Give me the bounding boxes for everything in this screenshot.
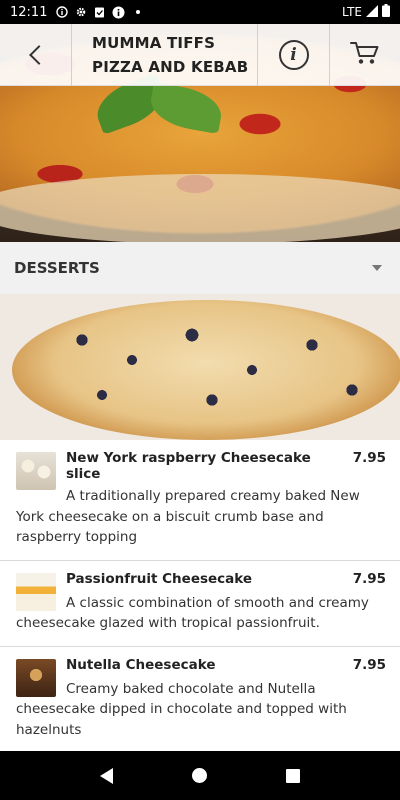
menu-item[interactable]: Passionfruit Cheesecake 7.95 A classic c… [0,559,400,646]
item-name: Passionfruit Cheesecake [66,570,253,587]
info-icon: i [278,40,309,70]
item-header: Nutella Cheesecake 7.95 [16,657,386,675]
item-price: 7.95 [352,570,386,587]
item-thumbnail [16,658,56,697]
system-nav-bar [0,751,400,800]
info-icon [112,6,125,19]
cart-button[interactable] [330,24,400,86]
signal-icon [366,4,378,20]
category-header-desserts[interactable]: DESSERTS [0,242,400,294]
item-price: 7.95 [352,450,386,466]
category-image [0,294,400,440]
info-button[interactable]: i [258,24,330,86]
menu-item[interactable]: New York raspberry Cheesecake slice 7.95… [0,440,400,560]
item-price: 7.95 [352,656,386,673]
item-thumbnail [16,572,56,611]
network-label: LTE [342,5,362,19]
system-recents-icon[interactable] [286,768,301,783]
clipboard-icon [93,6,106,19]
item-header: New York raspberry Cheesecake slice 7.95 [16,450,386,482]
cart-icon [350,40,380,70]
basil-leaf [147,82,225,134]
status-right: LTE [342,4,390,20]
status-bar: 12:11 LTE [0,0,400,24]
pizza-crust [0,174,400,242]
info-icon [55,6,68,19]
item-thumbnail [16,452,56,490]
item-description: Creamy baked chocolate and Nutella chees… [16,680,347,738]
item-description: A classic combination of smooth and crea… [16,594,369,632]
item-name: New York raspberry Cheesecake slice [66,450,311,482]
battery-icon [382,4,390,20]
back-button[interactable] [0,24,72,86]
dot-icon [131,6,144,19]
menu-item[interactable]: Nutella Cheesecake 7.95 Creamy baked cho… [0,645,400,753]
status-icons [55,6,144,19]
menu-item-list: New York raspberry Cheesecake slice 7.95… [0,440,400,752]
category-title: DESSERTS [14,259,100,277]
system-home-icon[interactable] [191,768,207,783]
title-line-2: PIZZA AND KEBAB [92,58,249,76]
gear-icon [74,6,87,19]
system-back-icon[interactable] [99,767,113,784]
title-line-1: MUMMA TIFFS [92,34,216,52]
caret-down-icon [372,265,382,271]
chevron-left-icon [28,45,49,65]
item-description: A traditionally prepared creamy baked Ne… [16,488,360,545]
status-time: 12:11 [10,4,48,20]
app-screen: 12:11 LTE MUMMA TIFFS PIZZA AND KEBAB i … [0,0,400,800]
cake-image [12,300,400,440]
item-name: Nutella Cheesecake [66,656,216,673]
top-nav-bar: MUMMA TIFFS PIZZA AND KEBAB i [0,24,400,86]
restaurant-title: MUMMA TIFFS PIZZA AND KEBAB [72,24,258,86]
item-header: Passionfruit Cheesecake 7.95 [16,571,386,589]
